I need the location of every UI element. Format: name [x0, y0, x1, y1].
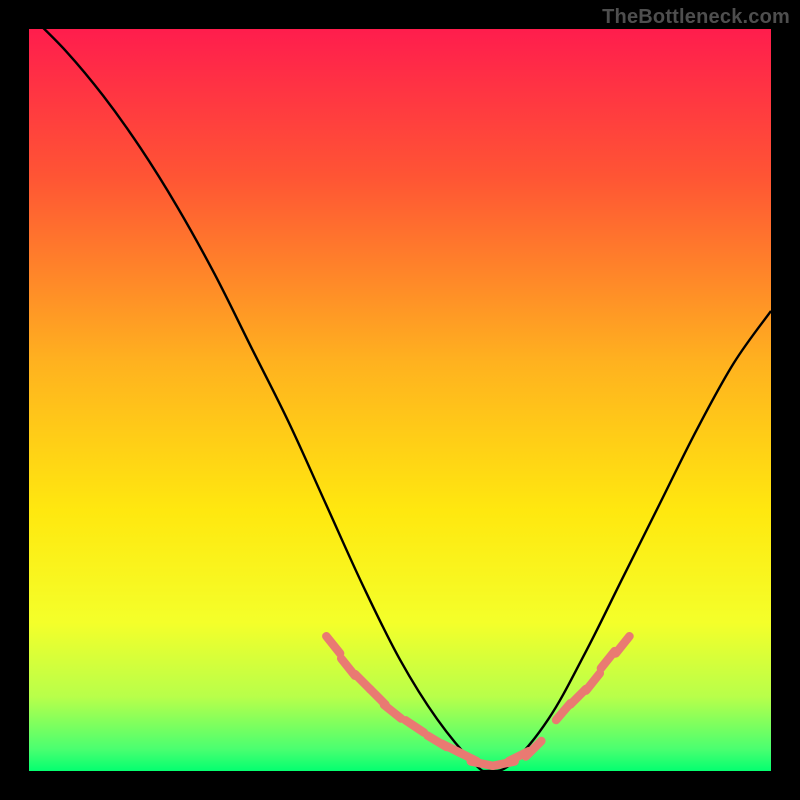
chart-frame: TheBottleneck.com: [0, 0, 800, 800]
watermark-label: TheBottleneck.com: [602, 6, 790, 29]
bottleneck-chart: [0, 0, 800, 800]
